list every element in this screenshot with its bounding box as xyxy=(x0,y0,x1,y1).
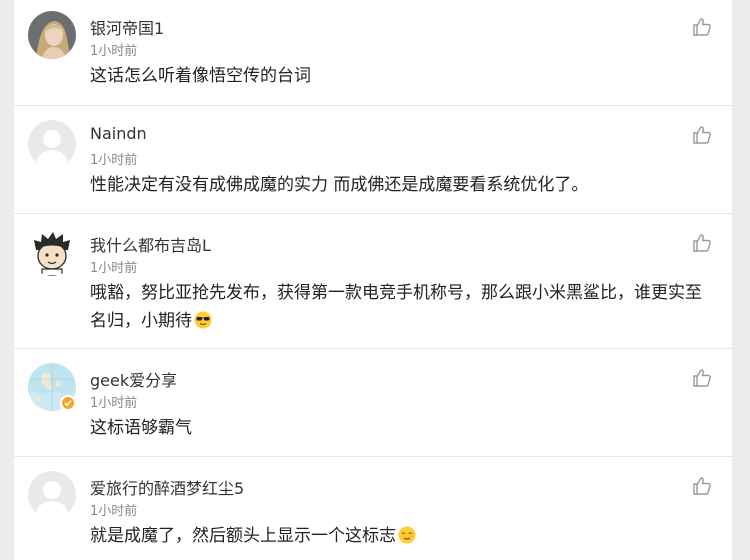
comment-item: 爱旅行的醉酒梦红尘5 1小时前 就是成魔了，然后额头上显示一个这标志 xyxy=(14,457,732,560)
verified-badge-icon xyxy=(60,395,76,411)
comment-text-content: 就是成魔了，然后额头上显示一个这标志 xyxy=(90,526,396,546)
cartoon-boy-avatar[interactable] xyxy=(28,228,76,276)
thumbs-up-icon[interactable] xyxy=(692,17,712,37)
default-avatar[interactable] xyxy=(28,120,76,168)
comment-item: geek爱分享 1小时前 这标语够霸气 xyxy=(14,349,732,457)
timestamp: 1小时前 xyxy=(90,44,138,59)
sunglasses-emoji xyxy=(194,311,212,329)
comment-list: 银河帝国1 1小时前 这话怎么听着像悟空传的台词 Naindn 1小时前 性能决… xyxy=(14,0,732,560)
comment-item: 银河帝国1 1小时前 这话怎么听着像悟空传的台词 xyxy=(14,0,732,106)
default-avatar[interactable] xyxy=(28,471,76,519)
thumbs-up-icon[interactable] xyxy=(692,476,712,496)
timestamp: 1小时前 xyxy=(90,153,138,168)
username[interactable]: geek爱分享 xyxy=(90,367,177,391)
relieved-emoji xyxy=(398,526,416,544)
thumbs-up-icon[interactable] xyxy=(692,233,712,253)
timestamp: 1小时前 xyxy=(90,261,138,276)
username[interactable]: 我什么都布吉岛L xyxy=(90,232,211,256)
username[interactable]: 爱旅行的醉酒梦红尘5 xyxy=(90,475,244,499)
comment-text: 这话怎么听着像悟空传的台词 xyxy=(90,66,311,86)
timestamp: 1小时前 xyxy=(90,504,138,519)
comment-text: 就是成魔了，然后额头上显示一个这标志 xyxy=(90,522,710,550)
comment-text: 性能决定有没有成佛成魔的实力 而成佛还是成魔要看系统优化了。 xyxy=(90,175,589,195)
woman-photo-avatar[interactable] xyxy=(28,11,76,59)
comment-text: 这标语够霸气 xyxy=(90,418,192,438)
thumbs-up-icon[interactable] xyxy=(692,125,712,145)
username[interactable]: 银河帝国1 xyxy=(90,15,164,39)
username[interactable]: Naindn xyxy=(90,124,147,143)
comment-text-content: 哦豁，努比亚抢先发布，获得第一款电竞手机称号，那么跟小米黑鲨比，谁更实至名归，小… xyxy=(90,283,702,331)
comment-item: 我什么都布吉岛L 1小时前 哦豁，努比亚抢先发布，获得第一款电竞手机称号，那么跟… xyxy=(14,214,732,349)
comment-item: Naindn 1小时前 性能决定有没有成佛成魔的实力 而成佛还是成魔要看系统优化… xyxy=(14,106,732,214)
comment-text: 哦豁，努比亚抢先发布，获得第一款电竞手机称号，那么跟小米黑鲨比，谁更实至名归，小… xyxy=(90,279,710,335)
thumbs-up-icon[interactable] xyxy=(692,368,712,388)
timestamp: 1小时前 xyxy=(90,396,138,411)
